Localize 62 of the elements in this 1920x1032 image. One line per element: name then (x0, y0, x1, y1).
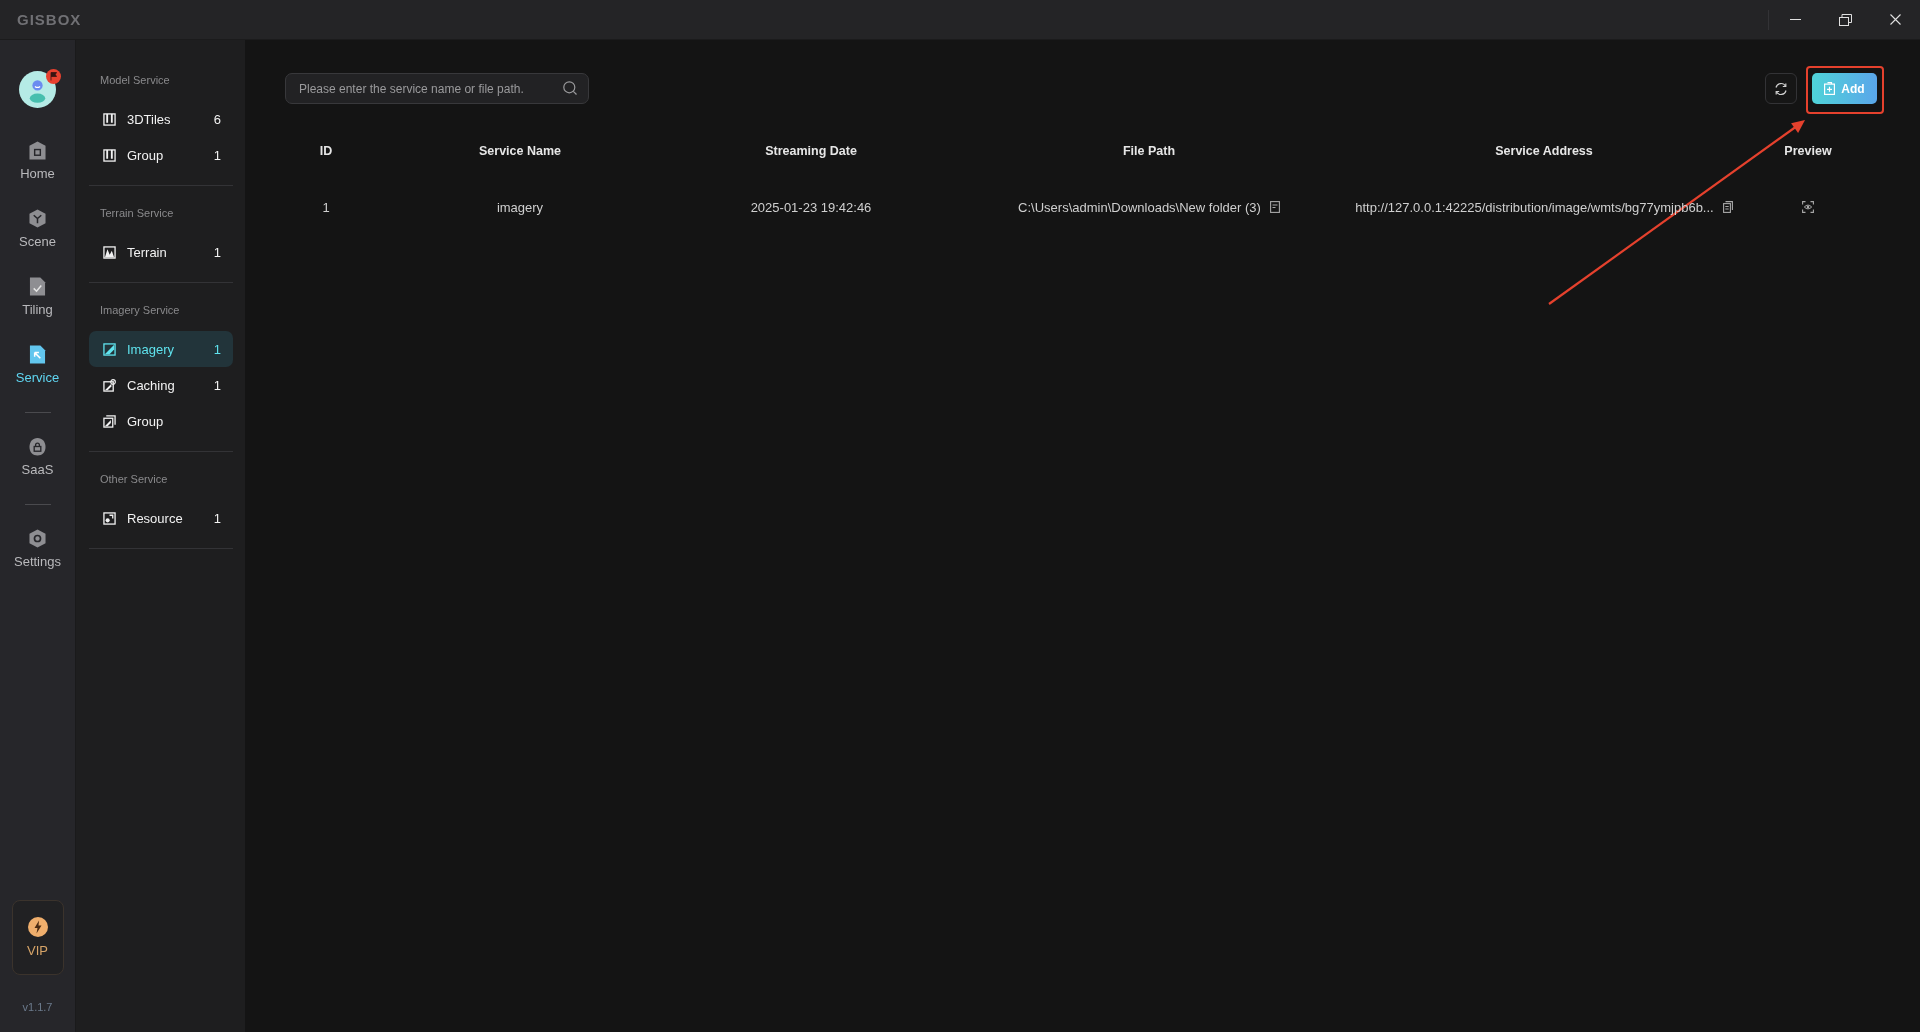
column-header: Preview (1784, 144, 1832, 158)
search-icon (563, 81, 577, 95)
table-cell: imagery (496, 199, 544, 215)
image-box-icon (103, 342, 116, 356)
column-header: ID (319, 144, 333, 158)
sidebar-item[interactable]: Group 1 (89, 137, 233, 173)
nav-item[interactable]: Home (0, 127, 76, 195)
nav-item[interactable]: SaaS (0, 423, 76, 491)
nav-item[interactable]: Service (0, 331, 76, 399)
document-check-icon (29, 277, 46, 296)
sidebar-item[interactable]: 3DTiles 6 (89, 101, 233, 137)
document-arrow-icon (29, 345, 46, 364)
plus-document-icon (1824, 82, 1836, 95)
table-cell: 2025-01-23 19:42:46 (750, 199, 872, 215)
column-header: Service Address (1495, 144, 1593, 158)
item-count: 1 (213, 377, 221, 393)
copy-icon[interactable] (1722, 201, 1733, 213)
sidebar-item[interactable]: Imagery 1 (89, 331, 233, 367)
resource-box-icon (103, 511, 116, 525)
refresh-icon (1774, 81, 1788, 96)
home-icon (29, 141, 46, 160)
restore-icon (1838, 13, 1852, 26)
sidebar-item[interactable]: Caching 1 (89, 367, 233, 403)
app-logo: GISBOX (17, 11, 82, 28)
sidebar-item[interactable]: Group (89, 403, 233, 439)
image-clock-icon (103, 378, 116, 392)
item-count: 1 (213, 341, 221, 357)
item-count: 1 (213, 510, 221, 526)
user-avatar[interactable] (19, 71, 56, 108)
cube-icon (29, 209, 46, 228)
document-icon[interactable] (1269, 201, 1280, 213)
column-header: Service Name (479, 144, 561, 158)
vip-button[interactable]: VIP (11, 900, 64, 975)
table-cell: C:\Users\admin\Downloads\New folder (3) (1018, 199, 1261, 215)
settings-icon (29, 529, 46, 548)
sidebar-item[interactable]: Resource 1 (89, 500, 233, 536)
section-title: Imagery Service (99, 303, 181, 317)
section-title: Model Service (99, 73, 171, 87)
section-title: Terrain Service (99, 206, 175, 220)
refresh-button[interactable] (1765, 73, 1797, 104)
column-header: Streaming Date (765, 144, 857, 158)
stacked-images-icon (103, 414, 116, 428)
sidebar-item[interactable]: Terrain 1 (89, 234, 233, 270)
version-label: v1.1.7 (22, 1001, 53, 1014)
minimize-icon (1789, 19, 1801, 20)
section-title: Other Service (99, 472, 169, 486)
search-field[interactable]: Please enter the service name or file path. (285, 73, 589, 104)
nav-item[interactable]: Settings (0, 515, 76, 583)
bars-box-icon (103, 112, 116, 126)
bars-box-icon (103, 148, 116, 162)
nav-item[interactable]: Scene (0, 195, 76, 263)
lock-icon (29, 437, 46, 456)
close-icon (1889, 14, 1901, 25)
item-count: 6 (213, 111, 221, 127)
item-count: 1 (213, 147, 221, 163)
item-count: 1 (213, 244, 221, 260)
lightning-icon (27, 917, 48, 937)
table-cell: 1 (322, 199, 330, 215)
mountain-box-icon (103, 245, 116, 259)
preview-eye-icon[interactable] (1802, 201, 1814, 213)
nav-item[interactable]: Tiling (0, 263, 76, 331)
column-header: File Path (1122, 144, 1176, 158)
